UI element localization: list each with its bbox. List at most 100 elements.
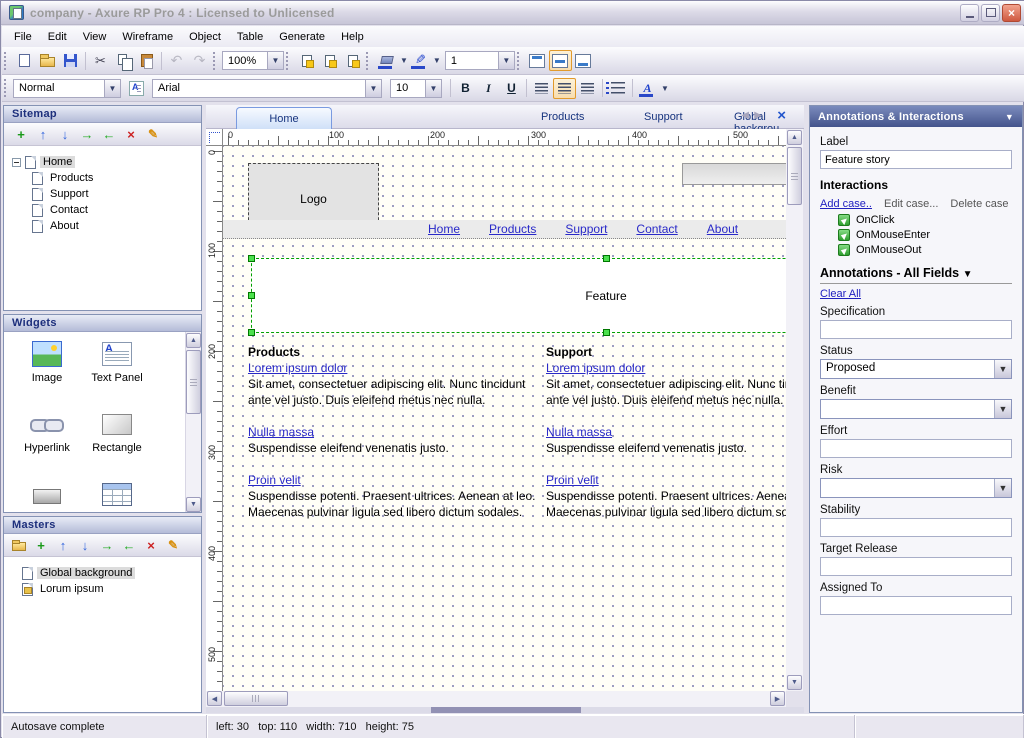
target-release-input[interactable]: [820, 557, 1012, 576]
products-column-widget[interactable]: Products Lorem ipsum dolor Sit amet, con…: [248, 344, 537, 536]
valign-middle-button[interactable]: [549, 50, 572, 71]
generate-prototype-button[interactable]: [341, 50, 364, 71]
toolbar-grip[interactable]: [286, 52, 293, 70]
valign-top-button[interactable]: [526, 50, 549, 71]
outdent-button[interactable]: ←: [118, 536, 140, 555]
pane-scrollbar[interactable]: [206, 707, 804, 713]
scrollbar-thumb[interactable]: [787, 147, 802, 205]
widget-label-input[interactable]: [820, 150, 1012, 169]
redo-button[interactable]: ↷: [188, 50, 211, 71]
widget-table[interactable]: [82, 480, 152, 512]
tree-item-label[interactable]: Support: [47, 188, 92, 200]
new-folder-button[interactable]: [8, 536, 30, 555]
menu-generate[interactable]: Generate: [271, 28, 333, 46]
tree-item-label[interactable]: Home: [40, 156, 75, 168]
align-right-button[interactable]: [576, 78, 599, 99]
chevron-down-icon[interactable]: ▼: [425, 80, 441, 97]
font-combo[interactable]: Arial ▼: [152, 79, 382, 98]
column-link[interactable]: Proin velit: [248, 472, 537, 488]
nav-link-products[interactable]: Products: [489, 222, 536, 236]
move-up-button[interactable]: ↑: [32, 125, 54, 144]
assigned-to-input[interactable]: [820, 596, 1012, 615]
title-bar[interactable]: company - Axure RP Pro 4 : Licensed to U…: [1, 1, 1024, 25]
chevron-down-icon[interactable]: ▼: [1005, 112, 1014, 122]
delete-page-button[interactable]: ×: [120, 125, 142, 144]
wireframe-canvas[interactable]: Logo Home Products Support Contact About…: [223, 146, 786, 691]
edit-case-link[interactable]: Edit case...: [884, 198, 938, 210]
scroll-left-icon[interactable]: ◀: [207, 691, 222, 706]
tab-scroll-right-icon[interactable]: ▶: [754, 110, 762, 121]
master-item-lorum-ipsum[interactable]: Lorum ipsum: [8, 581, 197, 597]
font-color-button[interactable]: A: [636, 78, 659, 99]
chevron-down-icon[interactable]: ▼: [433, 56, 441, 65]
toolbar-grip[interactable]: [517, 52, 524, 70]
chevron-down-icon[interactable]: ▼: [498, 52, 514, 69]
master-item-label[interactable]: Global background: [37, 567, 135, 579]
annotations-all-fields-heading[interactable]: Annotations - All Fields ▼: [820, 266, 1012, 284]
toolbar-grip[interactable]: [213, 52, 220, 70]
widget-hyperlink[interactable]: Hyperlink: [12, 410, 82, 454]
copy-button[interactable]: [112, 50, 135, 71]
align-center-button[interactable]: [553, 78, 576, 99]
column-link[interactable]: Proin velit: [546, 472, 786, 488]
rename-page-button[interactable]: ✎: [142, 125, 164, 144]
stability-input[interactable]: [820, 518, 1012, 537]
new-button[interactable]: [13, 50, 36, 71]
paste-button[interactable]: [135, 50, 158, 71]
tree-item-support[interactable]: Support: [8, 186, 197, 202]
master-item-global-background[interactable]: Global background: [8, 565, 197, 581]
font-size-combo[interactable]: 10 ▼: [390, 79, 442, 98]
close-tab-icon[interactable]: ×: [777, 107, 786, 124]
tree-item-products[interactable]: Products: [8, 170, 197, 186]
column-link[interactable]: Nulla massa: [248, 424, 537, 440]
underline-button[interactable]: U: [500, 78, 523, 99]
open-button[interactable]: [36, 50, 59, 71]
minimize-button[interactable]: [960, 4, 979, 22]
move-down-button[interactable]: ↓: [54, 125, 76, 144]
italic-button[interactable]: I: [477, 78, 500, 99]
tree-item-about[interactable]: About: [8, 218, 197, 234]
add-case-link[interactable]: Add case..: [820, 198, 872, 210]
nav-link-contact[interactable]: Contact: [636, 222, 677, 236]
chevron-down-icon[interactable]: ▼: [994, 479, 1011, 497]
menu-file[interactable]: File: [6, 28, 40, 46]
header-rectangle-widget[interactable]: [682, 163, 786, 185]
column-link[interactable]: Nulla massa: [546, 424, 786, 440]
specification-input[interactable]: [820, 320, 1012, 339]
indent-button[interactable]: →: [76, 125, 98, 144]
tree-item-label[interactable]: Products: [47, 172, 96, 184]
edit-styles-button[interactable]: A: [125, 78, 148, 99]
menu-object[interactable]: Object: [181, 28, 229, 46]
scroll-up-icon[interactable]: ▲: [787, 130, 802, 145]
rename-master-button[interactable]: ✎: [162, 536, 184, 555]
scrollbar-thumb[interactable]: [431, 707, 581, 713]
master-item-label[interactable]: Lorum ipsum: [37, 583, 107, 595]
menu-edit[interactable]: Edit: [40, 28, 75, 46]
clear-all-link[interactable]: Clear All: [820, 288, 861, 300]
selection-handle[interactable]: [603, 255, 610, 262]
column-link[interactable]: Lorem ipsum dolor: [546, 360, 786, 376]
toolbar-grip[interactable]: [366, 52, 373, 70]
chevron-down-icon[interactable]: ▼: [661, 84, 669, 93]
bullet-list-button[interactable]: [606, 78, 629, 99]
column-link[interactable]: Lorem ipsum dolor: [248, 360, 537, 376]
tab-scroll-left-icon[interactable]: ◀: [741, 110, 749, 121]
tab-home[interactable]: Home: [236, 107, 332, 129]
chevron-down-icon[interactable]: ▼: [963, 269, 973, 280]
chevron-down-icon[interactable]: ▼: [104, 80, 120, 97]
event-onclick[interactable]: OnClick: [838, 214, 1012, 226]
bold-button[interactable]: B: [454, 78, 477, 99]
chevron-down-icon[interactable]: ▼: [994, 400, 1011, 418]
move-down-button[interactable]: ↓: [74, 536, 96, 555]
support-column-widget[interactable]: Support Lorem ipsum dolor Sit amet, cons…: [546, 344, 786, 536]
widgets-scrollbar[interactable]: ▲ ▼: [185, 332, 201, 513]
chevron-down-icon[interactable]: ▼: [400, 56, 408, 65]
tree-item-label[interactable]: Contact: [47, 204, 91, 216]
risk-select[interactable]: ▼: [820, 478, 1012, 498]
masters-panel-header[interactable]: Masters: [4, 517, 201, 534]
event-onmouseenter[interactable]: OnMouseEnter: [838, 229, 1012, 241]
close-button[interactable]: ×: [1002, 4, 1021, 22]
widgets-panel-header[interactable]: Widgets: [4, 315, 201, 332]
style-combo[interactable]: Normal ▼: [13, 79, 121, 98]
scroll-right-icon[interactable]: ▶: [770, 691, 785, 706]
